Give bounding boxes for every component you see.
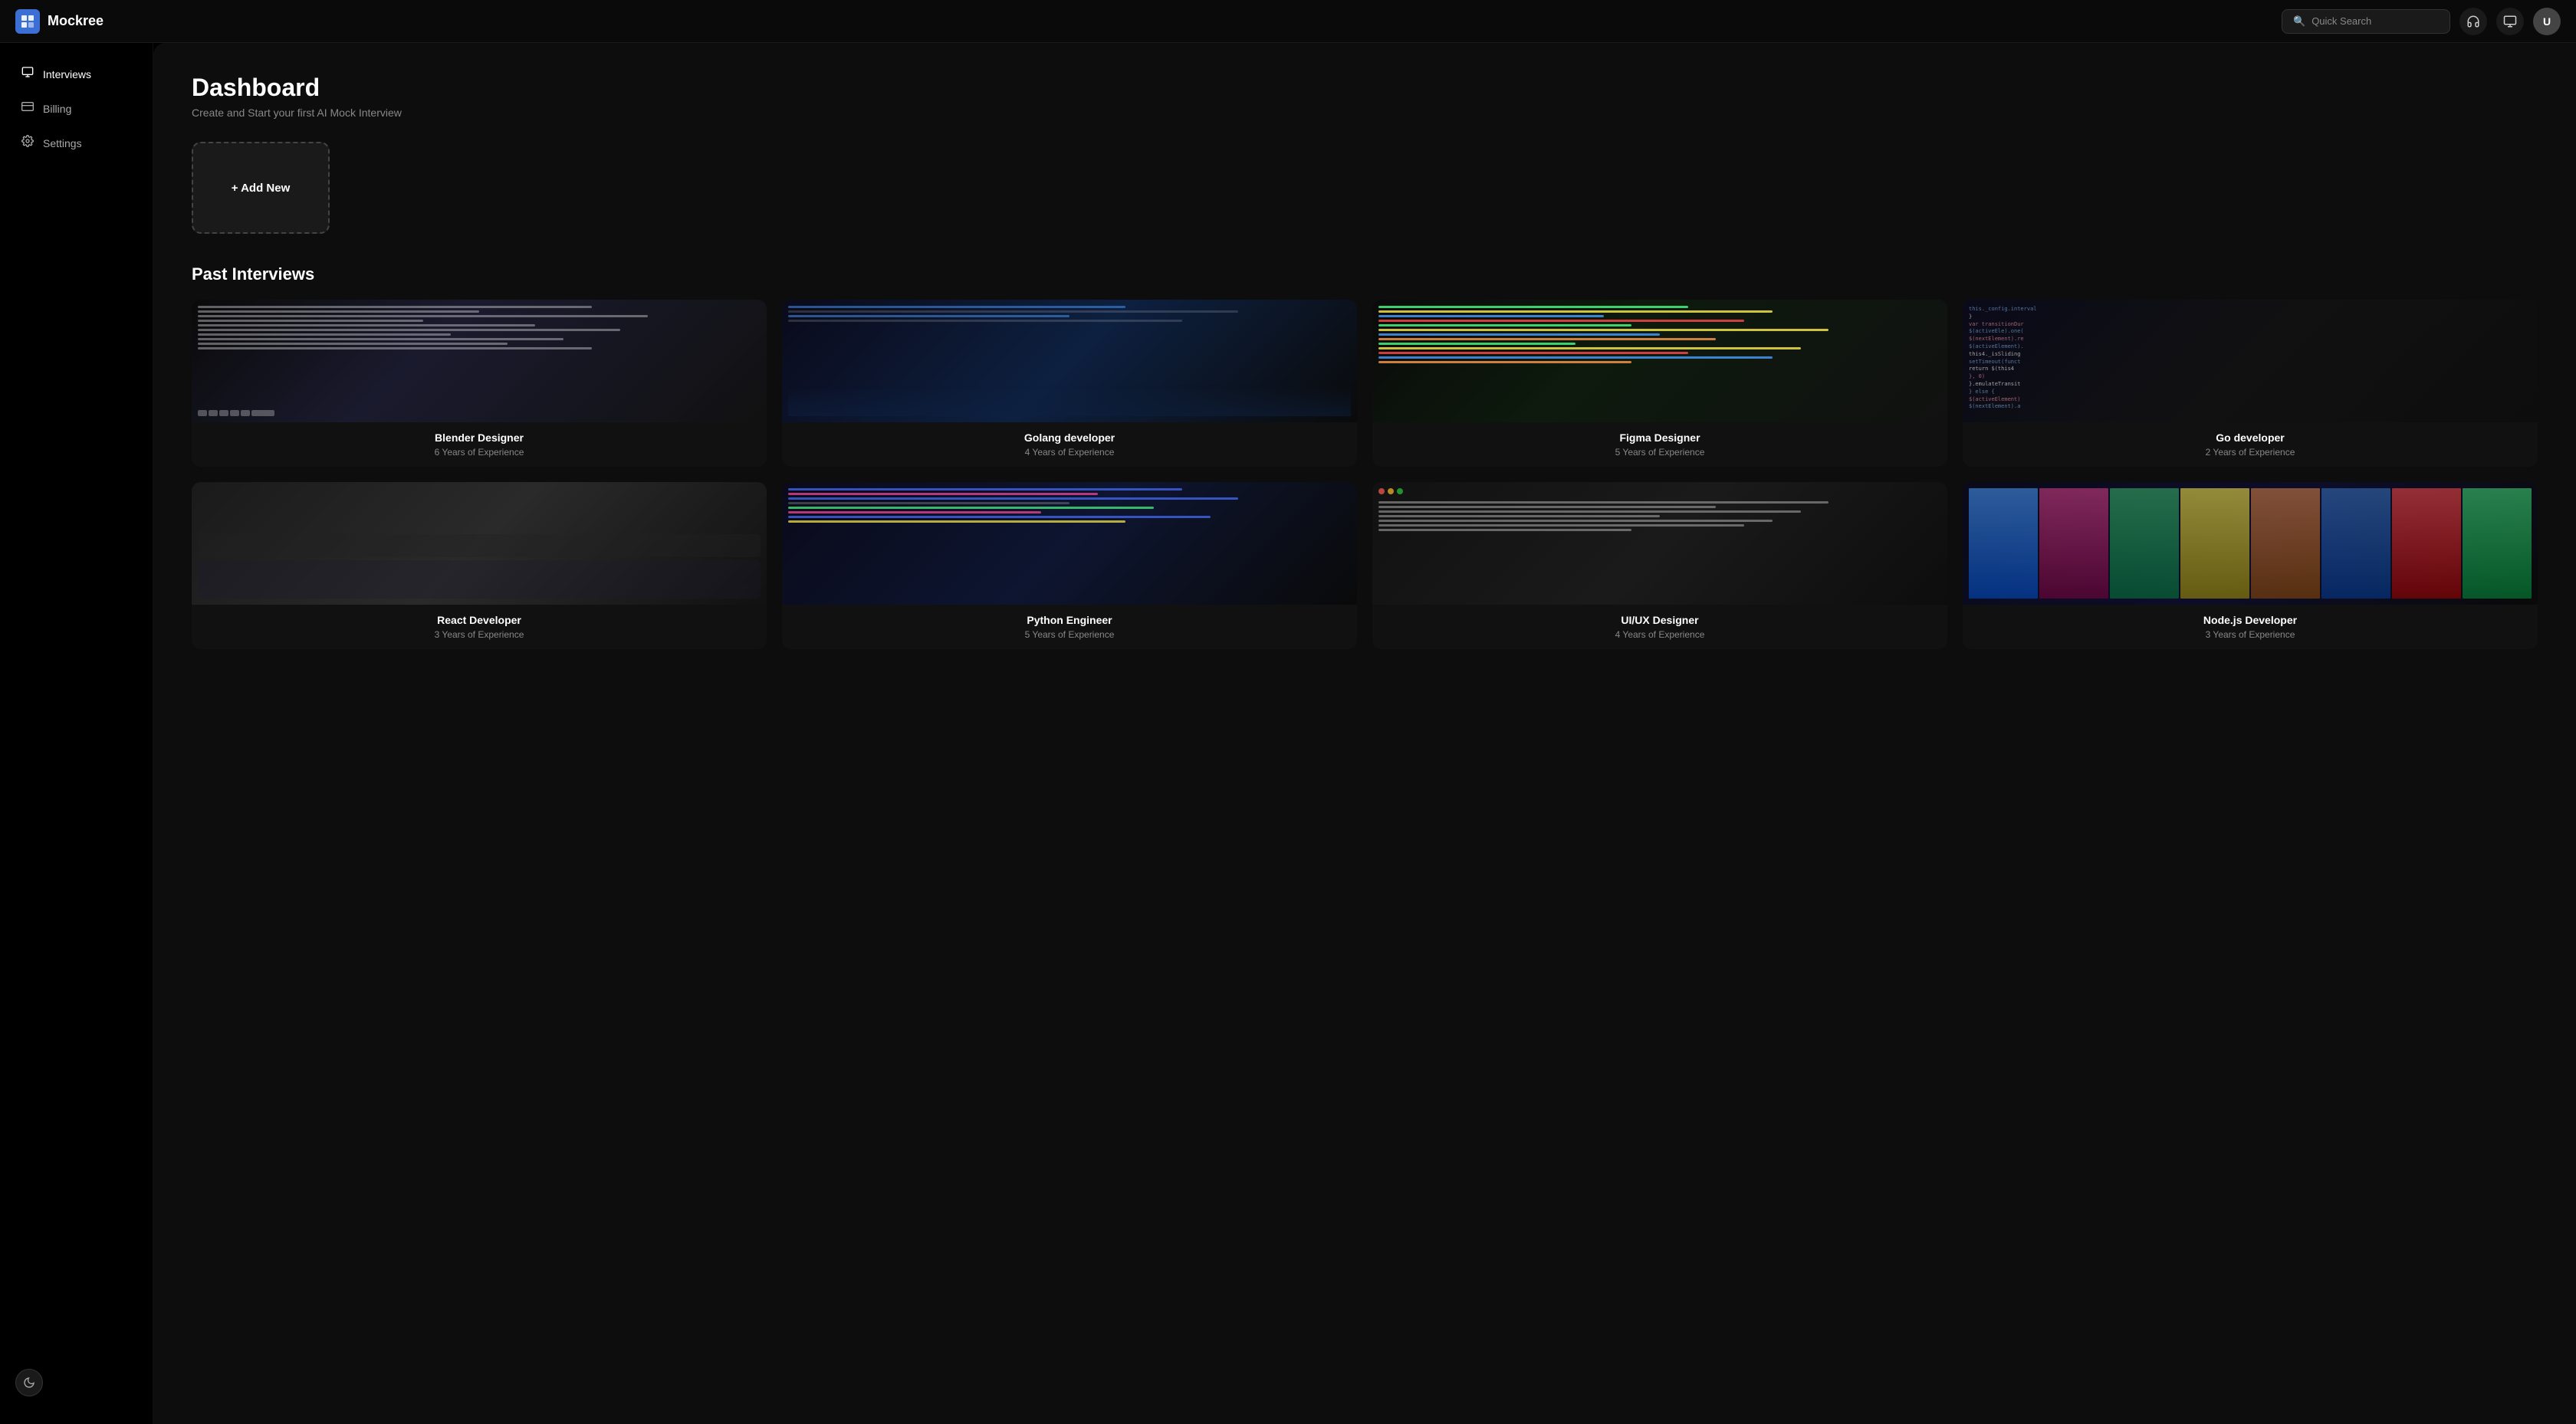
interview-card-info: Go developer 2 Years of Experience bbox=[1963, 422, 2538, 467]
sidebar-label-settings: Settings bbox=[43, 137, 82, 149]
interview-card[interactable]: Node.js Developer 3 Years of Experience bbox=[1963, 482, 2538, 649]
interview-subtitle: 3 Years of Experience bbox=[1975, 629, 2525, 640]
app-name: Mockree bbox=[48, 13, 104, 29]
interview-card-info: UI/UX Designer 4 Years of Experience bbox=[1372, 605, 1947, 649]
top-navigation: Mockree 🔍 Quick Search U bbox=[0, 0, 2576, 43]
interview-title: Go developer bbox=[1975, 431, 2525, 444]
interview-card[interactable]: Blender Designer 6 Years of Experience bbox=[192, 300, 767, 467]
interview-subtitle: 3 Years of Experience bbox=[204, 629, 754, 640]
interview-subtitle: 5 Years of Experience bbox=[794, 629, 1345, 640]
search-icon: 🔍 bbox=[2293, 15, 2305, 28]
interview-thumbnail bbox=[1372, 300, 1947, 422]
monitor-icon bbox=[21, 66, 34, 82]
interview-subtitle: 4 Years of Experience bbox=[1385, 629, 1935, 640]
credit-card-icon bbox=[21, 100, 34, 116]
past-interviews-title: Past Interviews bbox=[192, 264, 2538, 284]
logo-area[interactable]: Mockree bbox=[15, 9, 104, 34]
interview-title: Figma Designer bbox=[1385, 431, 1935, 444]
sidebar-label-billing: Billing bbox=[43, 103, 71, 115]
page-subtitle: Create and Start your first AI Mock Inte… bbox=[192, 107, 2538, 119]
interview-subtitle: 2 Years of Experience bbox=[1975, 447, 2525, 458]
interview-title: Blender Designer bbox=[204, 431, 754, 444]
interview-title: React Developer bbox=[204, 614, 754, 626]
add-new-card[interactable]: + Add New bbox=[192, 142, 330, 234]
avatar-button[interactable]: U bbox=[2533, 8, 2561, 35]
interview-card[interactable]: this._config.interval } var transitionDu… bbox=[1963, 300, 2538, 467]
gear-icon bbox=[21, 135, 34, 151]
interview-card[interactable]: React Developer 3 Years of Experience bbox=[192, 482, 767, 649]
sidebar-bottom bbox=[0, 1357, 153, 1409]
interview-thumbnail bbox=[1963, 482, 2538, 605]
interview-card[interactable]: Figma Designer 5 Years of Experience bbox=[1372, 300, 1947, 467]
topnav-right: 🔍 Quick Search U bbox=[2282, 8, 2561, 35]
interview-subtitle: 5 Years of Experience bbox=[1385, 447, 1935, 458]
main-content: Dashboard Create and Start your first AI… bbox=[153, 43, 2576, 1424]
interview-card-info: React Developer 3 Years of Experience bbox=[192, 605, 767, 649]
moon-icon bbox=[23, 1376, 35, 1389]
page-title: Dashboard bbox=[192, 74, 2538, 102]
interview-thumbnail bbox=[192, 300, 767, 422]
interview-card[interactable]: Python Engineer 5 Years of Experience bbox=[782, 482, 1357, 649]
dark-mode-button[interactable] bbox=[15, 1369, 43, 1396]
sidebar-item-settings[interactable]: Settings bbox=[6, 127, 146, 159]
monitor-icon bbox=[2503, 15, 2517, 28]
headphone-button[interactable] bbox=[2459, 8, 2487, 35]
interview-card-info: Figma Designer 5 Years of Experience bbox=[1372, 422, 1947, 467]
sidebar-item-billing[interactable]: Billing bbox=[6, 93, 146, 124]
interview-card-info: Python Engineer 5 Years of Experience bbox=[782, 605, 1357, 649]
interview-card[interactable]: UI/UX Designer 4 Years of Experience bbox=[1372, 482, 1947, 649]
interview-title: Node.js Developer bbox=[1975, 614, 2525, 626]
interview-title: Python Engineer bbox=[794, 614, 1345, 626]
interview-title: Golang developer bbox=[794, 431, 1345, 444]
interview-subtitle: 4 Years of Experience bbox=[794, 447, 1345, 458]
monitor-button[interactable] bbox=[2496, 8, 2524, 35]
main-layout: Interviews Billing Settings bbox=[0, 43, 2576, 1424]
interview-thumbnail bbox=[1372, 482, 1947, 605]
interview-card[interactable]: Golang developer 4 Years of Experience bbox=[782, 300, 1357, 467]
interview-card-info: Blender Designer 6 Years of Experience bbox=[192, 422, 767, 467]
search-placeholder: Quick Search bbox=[2312, 15, 2371, 27]
interview-card-info: Golang developer 4 Years of Experience bbox=[782, 422, 1357, 467]
interview-thumbnail: this._config.interval } var transitionDu… bbox=[1963, 300, 2538, 422]
interview-card-info: Node.js Developer 3 Years of Experience bbox=[1963, 605, 2538, 649]
sidebar-item-interviews[interactable]: Interviews bbox=[6, 58, 146, 90]
logo-icon bbox=[15, 9, 40, 34]
interview-thumbnail bbox=[192, 482, 767, 605]
interview-thumbnail bbox=[782, 482, 1357, 605]
sidebar: Interviews Billing Settings bbox=[0, 43, 153, 1424]
interview-title: UI/UX Designer bbox=[1385, 614, 1935, 626]
interviews-grid: Blender Designer 6 Years of Experience bbox=[192, 300, 2538, 649]
headphone-icon bbox=[2466, 15, 2480, 28]
avatar-initials: U bbox=[2543, 15, 2551, 28]
search-bar[interactable]: 🔍 Quick Search bbox=[2282, 9, 2450, 34]
add-new-label: + Add New bbox=[232, 182, 291, 195]
interview-thumbnail bbox=[782, 300, 1357, 422]
sidebar-label-interviews: Interviews bbox=[43, 68, 91, 80]
interview-subtitle: 6 Years of Experience bbox=[204, 447, 754, 458]
